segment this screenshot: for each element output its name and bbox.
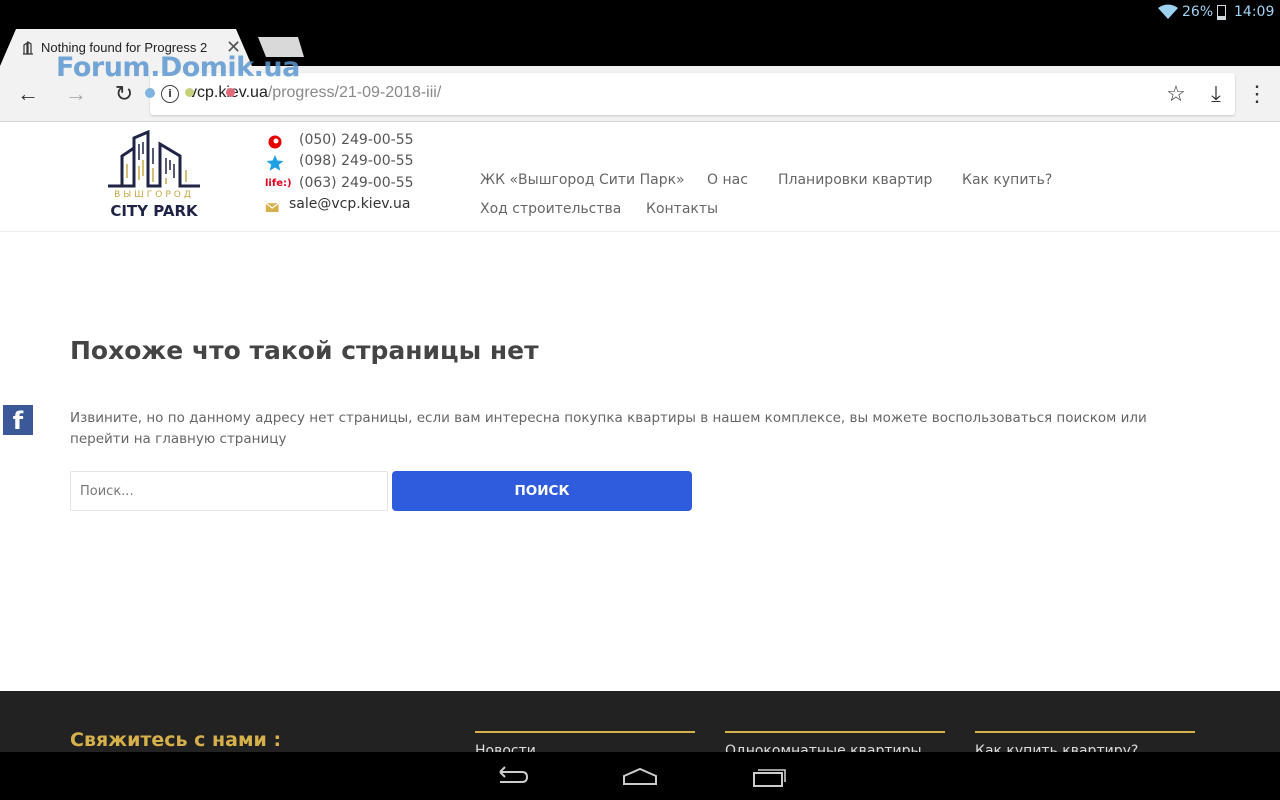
city-skyline-icon xyxy=(108,130,200,188)
footer-column-buy: Как купить квартиру? xyxy=(975,731,1195,752)
vodafone-icon xyxy=(268,135,282,149)
not-found-message: Извините, но по данному адресу нет стран… xyxy=(70,410,1147,447)
back-arrow-icon[interactable]: ← xyxy=(16,82,40,106)
forward-arrow-icon[interactable]: → xyxy=(64,82,88,106)
search-button[interactable]: ПОИСК xyxy=(392,471,692,511)
tab-close-icon[interactable]: ✕ xyxy=(226,37,241,58)
new-tab-button[interactable] xyxy=(258,37,304,57)
battery-icon xyxy=(1217,5,1226,20)
site-favicon-icon xyxy=(23,41,33,55)
system-navigation-bar xyxy=(0,752,1280,800)
url-path: /progress/21-09-2018-iii/ xyxy=(267,84,442,101)
phone-number-1[interactable]: (050) 249-00-55 xyxy=(299,132,414,148)
download-icon[interactable]: ⤓ xyxy=(1204,82,1228,106)
system-recents-icon[interactable] xyxy=(750,766,786,788)
site-footer: Свяжитесь с нами : Новости Однокомнатные… xyxy=(0,691,1280,752)
site-header: ВЫШГОРОД CITY PARK (050) 249-00-55 (098)… xyxy=(0,122,1280,232)
facebook-icon[interactable]: f xyxy=(3,405,33,435)
phone-number-3[interactable]: (063) 249-00-55 xyxy=(299,175,414,191)
footer-contact-heading: Свяжитесь с нами : xyxy=(70,729,282,751)
bookmark-star-icon[interactable]: ☆ xyxy=(1164,82,1188,106)
footer-column-apartments: Однокомнатные квартиры xyxy=(725,731,945,752)
footer-column-news: Новости xyxy=(475,731,695,752)
nav-item-complex[interactable]: ЖК «Вышгород Сити Парк» xyxy=(480,172,685,188)
nav-item-layouts[interactable]: Планировки квартир xyxy=(778,172,932,188)
address-bar[interactable]: i vcp.kiev.ua/progress/21-09-2018-iii/ ☆ xyxy=(150,73,1235,115)
menu-icon[interactable]: ⋮ xyxy=(1245,82,1269,106)
site-logo[interactable]: ВЫШГОРОД CITY PARK xyxy=(104,130,204,222)
web-page: ВЫШГОРОД CITY PARK (050) 249-00-55 (098)… xyxy=(0,122,1280,752)
tab-strip: Nothing found for Progress 2 ✕ xyxy=(0,25,1280,66)
footer-link-one-room[interactable]: Однокомнатные квартиры xyxy=(725,743,922,752)
nav-item-construction-progress[interactable]: Ход строительства xyxy=(480,201,621,217)
wifi-icon xyxy=(1158,4,1178,19)
page-title: Похоже что такой страницы нет xyxy=(70,336,539,365)
clock: 14:09 xyxy=(1234,4,1275,20)
phone-number-2[interactable]: (098) 249-00-55 xyxy=(299,153,414,169)
envelope-icon xyxy=(265,202,279,212)
search-input[interactable] xyxy=(70,471,388,511)
logo-line-city-park: CITY PARK xyxy=(110,202,198,220)
life-icon: life:) xyxy=(265,178,292,189)
watermark-dot-red xyxy=(226,88,235,97)
logo-line-vyshgorod: ВЫШГОРОД xyxy=(114,190,194,200)
system-home-icon[interactable] xyxy=(622,766,658,788)
screen: 26% 14:09 Nothing found for Progress 2 ✕… xyxy=(0,0,1280,800)
status-bar: 26% 14:09 xyxy=(0,0,1280,25)
footer-link-how-to-buy[interactable]: Как купить квартиру? xyxy=(975,743,1138,752)
watermark-dot-green xyxy=(185,88,194,97)
email-link[interactable]: sale@vcp.kiev.ua xyxy=(289,196,410,212)
nav-item-contacts[interactable]: Контакты xyxy=(646,201,718,217)
system-back-icon[interactable] xyxy=(494,766,530,788)
active-tab[interactable]: Nothing found for Progress 2 ✕ xyxy=(0,29,252,66)
watermark-dot-blue xyxy=(145,88,155,98)
reload-icon[interactable]: ↻ xyxy=(112,82,136,106)
nav-item-about[interactable]: О нас xyxy=(707,172,748,188)
nav-item-how-to-buy[interactable]: Как купить? xyxy=(962,172,1052,188)
footer-link-news[interactable]: Новости xyxy=(475,743,536,752)
info-icon[interactable]: i xyxy=(161,85,179,103)
tab-title: Nothing found for Progress 2 xyxy=(41,40,208,55)
battery-percent: 26% xyxy=(1182,4,1214,20)
kyivstar-icon xyxy=(266,155,284,171)
